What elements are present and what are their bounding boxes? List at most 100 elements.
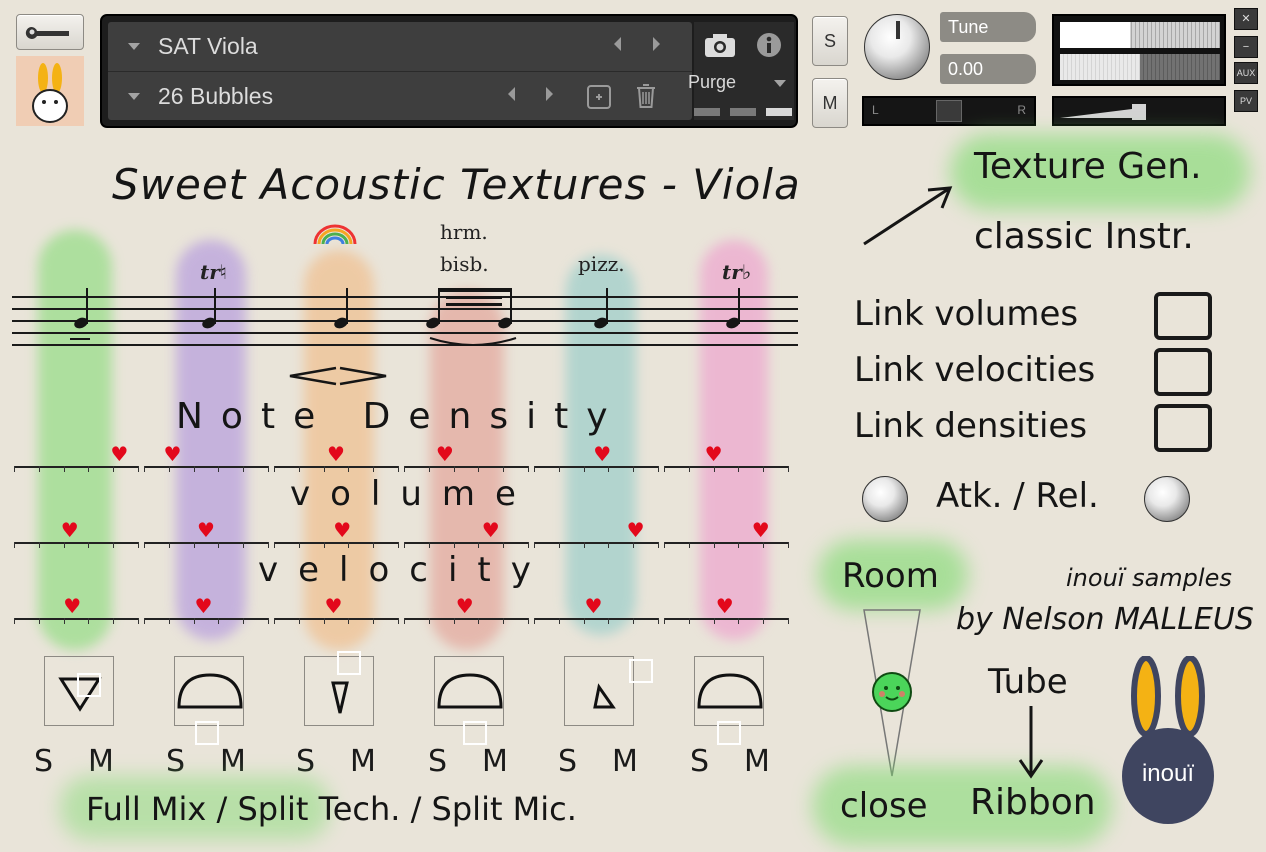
velocity-slider-4[interactable] xyxy=(404,618,528,620)
solo-button[interactable]: S xyxy=(812,16,848,66)
velocity-slider-1[interactable] xyxy=(14,618,138,620)
velocity-heart-handle-4[interactable]: ♥ xyxy=(456,596,474,616)
wrench-button[interactable] xyxy=(16,14,84,50)
density-slider-6[interactable] xyxy=(664,466,788,468)
classic-instr-button[interactable]: classic Instr. xyxy=(974,216,1194,257)
crescendo-symbol xyxy=(289,366,387,386)
velocity-heart-handle-1[interactable]: ♥ xyxy=(63,596,81,616)
close-window-button[interactable]: ✕ xyxy=(1234,8,1258,30)
shape-button-1[interactable] xyxy=(44,656,114,726)
velocity-slider-6[interactable] xyxy=(664,618,788,620)
next-snapshot-button[interactable] xyxy=(546,87,553,101)
m-label-2[interactable]: M xyxy=(220,744,246,779)
density-slider-1[interactable] xyxy=(14,466,138,468)
s-label-1[interactable]: S xyxy=(34,744,53,779)
velocity-slider-2[interactable] xyxy=(144,618,268,620)
density-heart-handle-1[interactable]: ♥ xyxy=(110,444,128,464)
velocity-slider-5[interactable] xyxy=(534,618,658,620)
mic-distance-handle[interactable] xyxy=(872,672,912,712)
volume-slider-1[interactable] xyxy=(14,542,138,544)
density-slider-4[interactable] xyxy=(404,466,528,468)
next-instrument-button[interactable] xyxy=(653,37,660,51)
shape-button-6[interactable] xyxy=(694,656,764,745)
tube-label[interactable]: Tube xyxy=(988,662,1068,702)
volume-slider-2[interactable] xyxy=(144,542,268,544)
pan-slider[interactable]: L R xyxy=(862,96,1036,126)
snapshot-dropdown-icon[interactable] xyxy=(128,93,140,100)
s-label-2[interactable]: S xyxy=(166,744,185,779)
m-label-4[interactable]: M xyxy=(482,744,508,779)
density-slider-2[interactable] xyxy=(144,466,268,468)
density-heart-handle-6[interactable]: ♥ xyxy=(705,444,723,464)
volume-heart-handle-2[interactable]: ♥ xyxy=(197,520,215,540)
volume-slider-6[interactable] xyxy=(664,542,788,544)
attack-knob[interactable] xyxy=(862,476,908,522)
purge-dropdown-icon[interactable] xyxy=(774,80,786,87)
info-icon[interactable] xyxy=(754,30,784,60)
volume-slider-5[interactable] xyxy=(534,542,658,544)
camera-info-zone: Purge xyxy=(688,22,794,120)
s-label-3[interactable]: S xyxy=(296,744,315,779)
tune-value[interactable]: 0.00 xyxy=(940,54,1036,84)
credit-line-1: inouï samples xyxy=(1066,564,1232,592)
pan-left-label: L xyxy=(872,103,879,117)
snapshot-row[interactable]: 26 Bubbles xyxy=(108,72,692,121)
patch-panel: SAT Viola 26 Bubbles Purge xyxy=(100,14,798,128)
volume-heart-handle-3[interactable]: ♥ xyxy=(333,520,351,540)
close-label[interactable]: close xyxy=(840,786,928,826)
volume-heart-handle-1[interactable]: ♥ xyxy=(61,520,79,540)
s-label-6[interactable]: S xyxy=(690,744,709,779)
density-heart-handle-2[interactable]: ♥ xyxy=(164,444,182,464)
shape-button-3[interactable] xyxy=(304,651,374,726)
link-volumes-checkbox[interactable] xyxy=(1154,292,1212,340)
density-heart-handle-5[interactable]: ♥ xyxy=(593,444,611,464)
release-knob[interactable] xyxy=(1144,476,1190,522)
shape-button-2[interactable] xyxy=(174,656,244,745)
tune-knob[interactable] xyxy=(864,14,930,80)
volume-heart-handle-5[interactable]: ♥ xyxy=(627,520,645,540)
density-slider-5[interactable] xyxy=(534,466,658,468)
ribbon-label[interactable]: Ribbon xyxy=(970,782,1096,823)
trash-icon[interactable] xyxy=(634,82,658,110)
shape-button-4[interactable] xyxy=(434,656,504,745)
velocity-heart-handle-6[interactable]: ♥ xyxy=(716,596,734,616)
volume-slider-4[interactable] xyxy=(404,542,528,544)
camera-icon[interactable] xyxy=(702,30,738,60)
save-icon[interactable] xyxy=(586,84,612,110)
snapshot-name: 26 Bubbles xyxy=(158,83,274,109)
prev-instrument-button[interactable] xyxy=(614,37,621,51)
m-label-5[interactable]: M xyxy=(612,744,638,779)
velocity-heart-handle-5[interactable]: ♥ xyxy=(585,596,603,616)
velocity-slider-3[interactable] xyxy=(274,618,398,620)
m-label-6[interactable]: M xyxy=(744,744,770,779)
instrument-dropdown-icon[interactable] xyxy=(128,43,140,50)
link-velocities-checkbox[interactable] xyxy=(1154,348,1212,396)
instrument-row[interactable]: SAT Viola xyxy=(108,22,692,71)
m-label-3[interactable]: M xyxy=(350,744,376,779)
velocity-heart-handle-2[interactable]: ♥ xyxy=(195,596,213,616)
volume-slider-3[interactable] xyxy=(274,542,398,544)
trill-natural-symbol: tr♮ xyxy=(200,260,227,284)
shape-button-5[interactable] xyxy=(564,656,653,726)
density-heart-handle-4[interactable]: ♥ xyxy=(436,444,454,464)
m-label-1[interactable]: M xyxy=(88,744,114,779)
split-mode-selector[interactable]: Full Mix / Split Tech. / Split Mic. xyxy=(86,790,577,828)
link-densities-label: Link densities xyxy=(854,406,1088,446)
purge-label[interactable]: Purge xyxy=(688,72,736,93)
volume-slider[interactable] xyxy=(1052,96,1226,126)
aux-button[interactable]: AUX xyxy=(1234,62,1258,84)
volume-heart-handle-4[interactable]: ♥ xyxy=(482,520,500,540)
s-label-5[interactable]: S xyxy=(558,744,577,779)
velocity-heart-handle-3[interactable]: ♥ xyxy=(325,596,343,616)
pv-button[interactable]: PV xyxy=(1234,90,1258,112)
pan-handle[interactable] xyxy=(936,100,962,122)
link-densities-checkbox[interactable] xyxy=(1154,404,1212,452)
prev-snapshot-button[interactable] xyxy=(508,87,515,101)
texture-gen-button[interactable]: Texture Gen. xyxy=(974,146,1202,187)
volume-heart-handle-6[interactable]: ♥ xyxy=(752,520,770,540)
minimize-button[interactable]: − xyxy=(1234,36,1258,58)
density-heart-handle-3[interactable]: ♥ xyxy=(327,444,345,464)
s-label-4[interactable]: S xyxy=(428,744,447,779)
mute-button[interactable]: M xyxy=(812,78,848,128)
density-slider-3[interactable] xyxy=(274,466,398,468)
